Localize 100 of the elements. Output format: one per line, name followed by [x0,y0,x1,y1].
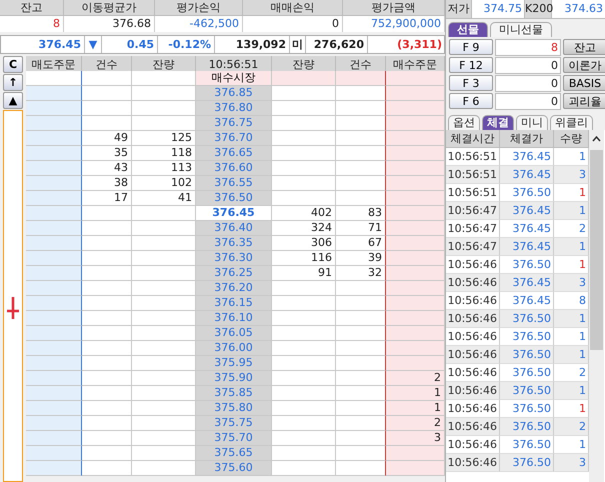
price-cell[interactable]: 376.40 [196,221,272,236]
table-cell[interactable] [386,116,445,131]
action-button[interactable]: 이론가 [563,57,605,73]
function-key-button[interactable]: F 12 [449,57,493,73]
price-cell[interactable]: 376.45 [196,206,272,221]
product-tab[interactable]: 미니선물 [490,22,552,37]
table-cell[interactable] [386,326,445,341]
price-cell[interactable]: 376.10 [196,311,272,326]
price-cell[interactable]: 376.80 [196,101,272,116]
table-cell[interactable] [386,191,445,206]
function-key-button[interactable]: F 3 [449,75,493,91]
table-cell[interactable] [386,221,445,236]
table-cell[interactable] [26,311,82,326]
price-cell[interactable]: 376.25 [196,266,272,281]
table-cell[interactable] [26,296,82,311]
function-key-button[interactable]: F 6 [449,93,493,109]
table-cell[interactable] [26,401,82,416]
table-cell[interactable] [26,161,82,176]
trade-tab[interactable]: 옵션 [448,115,480,130]
price-cell[interactable]: 376.75 [196,116,272,131]
table-cell[interactable] [386,281,445,296]
price-cell[interactable]: 375.90 [196,371,272,386]
scrollbar-thumb[interactable] [590,150,603,350]
action-button[interactable]: 괴리율 [563,93,605,109]
table-cell[interactable] [26,86,82,101]
table-cell[interactable] [386,146,445,161]
table-cell[interactable] [26,251,82,266]
table-cell[interactable] [26,116,82,131]
table-cell[interactable] [26,431,82,446]
table-cell[interactable] [386,461,445,476]
price-cell[interactable]: 376.50 [196,191,272,206]
price-cell[interactable]: 375.60 [196,461,272,476]
price-cell[interactable]: 376.30 [196,251,272,266]
table-cell[interactable] [26,146,82,161]
price-cell[interactable]: 376.20 [196,281,272,296]
trade-tab[interactable]: 미니 [516,115,548,130]
table-cell[interactable] [26,386,82,401]
price-cell[interactable]: 375.95 [196,356,272,371]
table-cell[interactable] [26,326,82,341]
price-cell[interactable]: 376.55 [196,176,272,191]
product-tab[interactable]: 선물 [448,22,488,37]
table-cell[interactable] [386,161,445,176]
price-cell[interactable]: 376.05 [196,326,272,341]
function-key-button[interactable]: F 9 [449,39,493,55]
table-cell[interactable] [386,236,445,251]
trade-tab[interactable]: 위클리 [550,115,593,130]
price-cell[interactable]: 376.65 [196,146,272,161]
table-cell[interactable] [26,176,82,191]
table-cell[interactable] [386,101,445,116]
table-cell[interactable] [386,71,445,86]
price-cell[interactable]: 375.75 [196,416,272,431]
table-cell[interactable] [386,206,445,221]
table-cell[interactable] [26,191,82,206]
table-cell[interactable] [386,446,445,461]
table-cell[interactable] [26,266,82,281]
price-cell[interactable]: 375.70 [196,431,272,446]
table-cell[interactable] [26,356,82,371]
table-cell[interactable]: 1 [386,401,445,416]
table-cell[interactable] [26,131,82,146]
table-cell[interactable] [26,221,82,236]
price-cell[interactable]: 375.65 [196,446,272,461]
price-cell[interactable]: 376.70 [196,131,272,146]
table-cell[interactable] [26,236,82,251]
table-cell[interactable] [386,311,445,326]
table-cell[interactable] [26,281,82,296]
table-cell[interactable] [386,341,445,356]
price-cell[interactable]: 375.85 [196,386,272,401]
table-cell[interactable] [26,341,82,356]
side-button[interactable]: ▲ [3,92,23,109]
table-cell[interactable] [386,356,445,371]
table-cell[interactable] [26,206,82,221]
table-cell[interactable] [386,251,445,266]
action-button[interactable]: 잔고 [563,39,605,55]
trade-tab[interactable]: 체결 [482,115,514,130]
table-cell[interactable]: 1 [386,386,445,401]
table-cell[interactable] [386,131,445,146]
table-cell[interactable] [26,446,82,461]
side-button[interactable]: ↑ [3,74,23,91]
table-cell[interactable]: 3 [386,431,445,446]
table-cell[interactable] [26,461,82,476]
market-order-cell[interactable]: 매수시장 [196,71,272,86]
table-cell[interactable]: 2 [386,371,445,386]
price-cell[interactable]: 376.35 [196,236,272,251]
table-cell[interactable] [26,71,82,86]
table-cell[interactable] [386,296,445,311]
scrollbar[interactable] [589,130,604,482]
side-button[interactable]: C [3,56,23,73]
price-cell[interactable]: 376.15 [196,296,272,311]
price-cell[interactable]: 376.85 [196,86,272,101]
table-cell[interactable] [26,371,82,386]
price-cell[interactable]: 375.80 [196,401,272,416]
table-cell[interactable]: 2 [386,416,445,431]
table-cell[interactable] [386,86,445,101]
table-cell[interactable] [386,176,445,191]
price-cell[interactable]: 376.60 [196,161,272,176]
table-cell[interactable] [386,266,445,281]
table-cell[interactable] [26,101,82,116]
action-button[interactable]: BASIS [563,75,605,91]
table-cell[interactable] [26,416,82,431]
price-cell[interactable]: 376.00 [196,341,272,356]
